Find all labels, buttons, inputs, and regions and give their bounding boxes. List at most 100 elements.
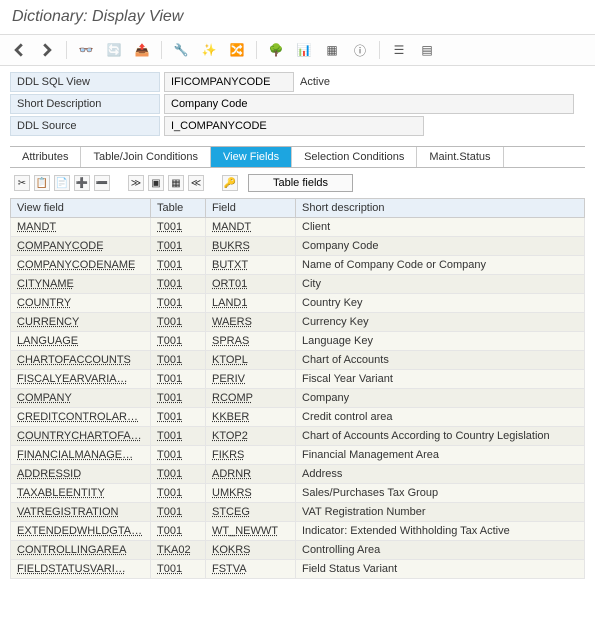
info-icon[interactable]: ⓘ: [351, 41, 369, 59]
table-row[interactable]: CHARTOFACCOUNTST001KTOPLChart of Account…: [11, 351, 585, 370]
tab-selection[interactable]: Selection Conditions: [292, 147, 417, 167]
cell-field[interactable]: RCOMP: [206, 389, 296, 408]
cell-field[interactable]: WAERS: [206, 313, 296, 332]
col-header-table[interactable]: Table: [151, 199, 206, 218]
cell-viewfield[interactable]: COUNTRY: [11, 294, 151, 313]
cell-viewfield[interactable]: CITYNAME: [11, 275, 151, 294]
grid-icon[interactable]: ▤: [418, 41, 436, 59]
table-row[interactable]: TAXABLEENTITYT001UMKRSSales/Purchases Ta…: [11, 484, 585, 503]
cell-viewfield[interactable]: FIELDSTATUSVARI…: [11, 560, 151, 579]
expand-icon[interactable]: ≫: [128, 175, 144, 191]
key-icon[interactable]: 🔑: [222, 175, 238, 191]
cell-field[interactable]: FIKRS: [206, 446, 296, 465]
activate-icon[interactable]: 📤: [133, 41, 151, 59]
table-row[interactable]: ADDRESSIDT001ADRNRAddress: [11, 465, 585, 484]
delete-row-icon[interactable]: ➖: [94, 175, 110, 191]
cell-table[interactable]: T001: [151, 294, 206, 313]
table-row[interactable]: CURRENCYT001WAERSCurrency Key: [11, 313, 585, 332]
table-row[interactable]: FISCALYEARVARIA…T001PERIVFiscal Year Var…: [11, 370, 585, 389]
tab-maint[interactable]: Maint.Status: [417, 147, 503, 167]
col-header-viewfield[interactable]: View field: [11, 199, 151, 218]
cell-table[interactable]: T001: [151, 218, 206, 237]
list-icon[interactable]: ☰: [390, 41, 408, 59]
forward-icon[interactable]: [38, 41, 56, 59]
cell-table[interactable]: T001: [151, 503, 206, 522]
cell-field[interactable]: BUKRS: [206, 237, 296, 256]
table-row[interactable]: COMPANYT001RCOMPCompany: [11, 389, 585, 408]
cell-viewfield[interactable]: VATREGISTRATION: [11, 503, 151, 522]
cell-viewfield[interactable]: COMPANYCODE: [11, 237, 151, 256]
cell-table[interactable]: T001: [151, 427, 206, 446]
cut-icon[interactable]: ✂: [14, 175, 30, 191]
cell-table[interactable]: T001: [151, 237, 206, 256]
cell-viewfield[interactable]: CONTROLLINGAREA: [11, 541, 151, 560]
cell-field[interactable]: UMKRS: [206, 484, 296, 503]
check-icon[interactable]: 🔧: [172, 41, 190, 59]
table-row[interactable]: COMPANYCODENAMET001BUTXTName of Company …: [11, 256, 585, 275]
layers-icon[interactable]: 📊: [295, 41, 313, 59]
cell-viewfield[interactable]: COMPANY: [11, 389, 151, 408]
col-header-field[interactable]: Field: [206, 199, 296, 218]
tab-view-fields[interactable]: View Fields: [211, 147, 292, 167]
cell-field[interactable]: BUTXT: [206, 256, 296, 275]
cell-viewfield[interactable]: CHARTOFACCOUNTS: [11, 351, 151, 370]
table-fields-button[interactable]: Table fields: [248, 174, 353, 192]
cell-viewfield[interactable]: LANGUAGE: [11, 332, 151, 351]
cell-field[interactable]: KTOPL: [206, 351, 296, 370]
cell-table[interactable]: T001: [151, 389, 206, 408]
tab-attributes[interactable]: Attributes: [10, 147, 81, 167]
cell-table[interactable]: T001: [151, 446, 206, 465]
hierarchy-icon[interactable]: 🔀: [228, 41, 246, 59]
table-row[interactable]: FIELDSTATUSVARI…T001FSTVAField Status Va…: [11, 560, 585, 579]
tree-icon[interactable]: 🌳: [267, 41, 285, 59]
cell-field[interactable]: FSTVA: [206, 560, 296, 579]
cell-table[interactable]: T001: [151, 522, 206, 541]
glasses-icon[interactable]: 👓: [77, 41, 95, 59]
wand-icon[interactable]: ✨: [200, 41, 218, 59]
ddl-sql-view-input[interactable]: [164, 72, 294, 92]
cell-field[interactable]: KOKRS: [206, 541, 296, 560]
cell-field[interactable]: KKBER: [206, 408, 296, 427]
deselect-icon[interactable]: ≪: [188, 175, 204, 191]
cell-viewfield[interactable]: COMPANYCODENAME: [11, 256, 151, 275]
refresh-icon[interactable]: 🔄: [105, 41, 123, 59]
cell-viewfield[interactable]: ADDRESSID: [11, 465, 151, 484]
short-desc-input[interactable]: [164, 94, 574, 114]
table-row[interactable]: COUNTRYT001LAND1Country Key: [11, 294, 585, 313]
table-row[interactable]: VATREGISTRATIONT001STCEGVAT Registration…: [11, 503, 585, 522]
tab-table-join[interactable]: Table/Join Conditions: [81, 147, 211, 167]
table-row[interactable]: EXTENDEDWHLDGTA…T001WT_NEWWTIndicator: E…: [11, 522, 585, 541]
cell-table[interactable]: TKA02: [151, 541, 206, 560]
cell-viewfield[interactable]: CURRENCY: [11, 313, 151, 332]
collapse-icon[interactable]: ▣: [148, 175, 164, 191]
table-row[interactable]: CITYNAMET001ORT01City: [11, 275, 585, 294]
cell-table[interactable]: T001: [151, 370, 206, 389]
cell-viewfield[interactable]: TAXABLEENTITY: [11, 484, 151, 503]
table-row[interactable]: CREDITCONTROLAR…T001KKBERCredit control …: [11, 408, 585, 427]
cell-viewfield[interactable]: CREDITCONTROLAR…: [11, 408, 151, 427]
cell-field[interactable]: MANDT: [206, 218, 296, 237]
cell-table[interactable]: T001: [151, 560, 206, 579]
cell-viewfield[interactable]: FISCALYEARVARIA…: [11, 370, 151, 389]
cell-viewfield[interactable]: FINANCIALMANAGE…: [11, 446, 151, 465]
insert-row-icon[interactable]: ➕: [74, 175, 90, 191]
cell-viewfield[interactable]: MANDT: [11, 218, 151, 237]
cell-field[interactable]: ADRNR: [206, 465, 296, 484]
cell-field[interactable]: ORT01: [206, 275, 296, 294]
table-row[interactable]: LANGUAGET001SPRASLanguage Key: [11, 332, 585, 351]
cell-field[interactable]: STCEG: [206, 503, 296, 522]
cell-table[interactable]: T001: [151, 275, 206, 294]
table-row[interactable]: CONTROLLINGAREATKA02KOKRSControlling Are…: [11, 541, 585, 560]
cell-table[interactable]: T001: [151, 465, 206, 484]
cell-table[interactable]: T001: [151, 256, 206, 275]
col-header-desc[interactable]: Short description: [296, 199, 585, 218]
cell-table[interactable]: T001: [151, 313, 206, 332]
copy-icon[interactable]: 📋: [34, 175, 50, 191]
table-row[interactable]: COMPANYCODET001BUKRSCompany Code: [11, 237, 585, 256]
table-row[interactable]: FINANCIALMANAGE…T001FIKRSFinancial Manag…: [11, 446, 585, 465]
cell-viewfield[interactable]: COUNTRYCHARTOFA…: [11, 427, 151, 446]
cell-field[interactable]: WT_NEWWT: [206, 522, 296, 541]
cell-table[interactable]: T001: [151, 351, 206, 370]
cell-viewfield[interactable]: EXTENDEDWHLDGTA…: [11, 522, 151, 541]
cell-table[interactable]: T001: [151, 408, 206, 427]
